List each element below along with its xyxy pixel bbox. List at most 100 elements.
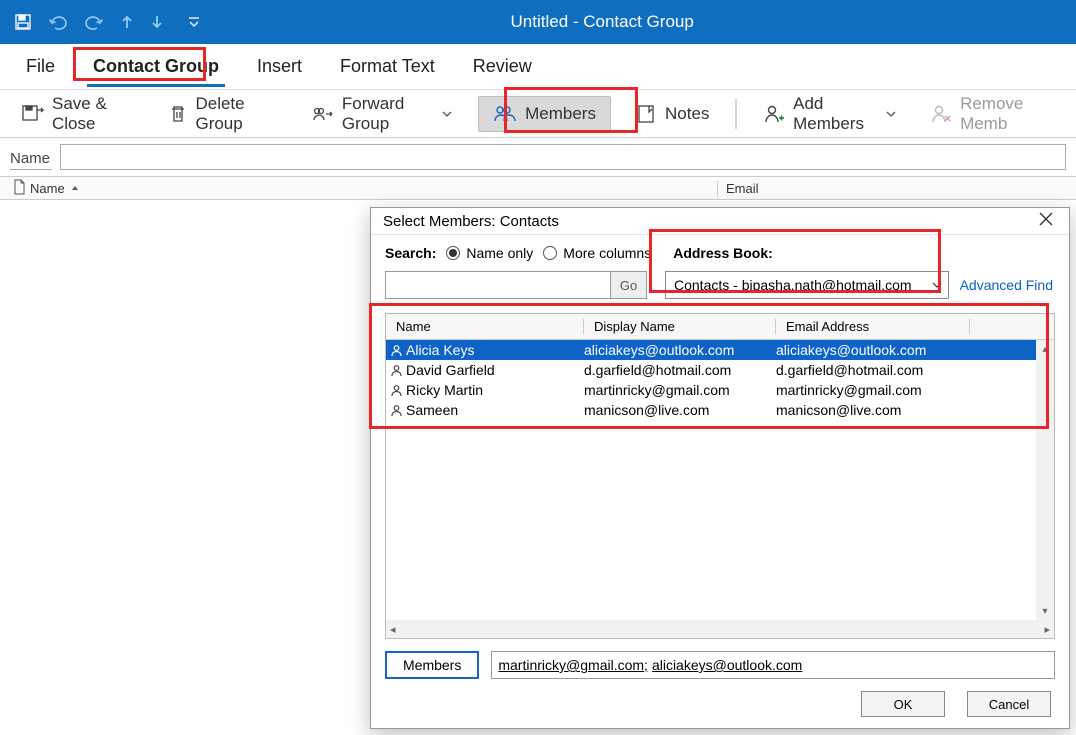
redo-icon[interactable] xyxy=(84,13,104,31)
chevron-down-icon xyxy=(932,282,942,288)
contact-email: martinricky@gmail.com xyxy=(776,382,1054,398)
advanced-find-link[interactable]: Advanced Find xyxy=(960,277,1055,293)
forward-icon xyxy=(312,105,334,123)
tab-insert[interactable]: Insert xyxy=(251,50,308,83)
scroll-up-icon[interactable]: ▴ xyxy=(1036,340,1054,358)
members-button[interactable]: Members xyxy=(478,96,611,132)
scroll-down-icon[interactable]: ▾ xyxy=(1036,602,1054,620)
remove-member-label: Remove Memb xyxy=(960,94,1054,134)
remove-member-button[interactable]: Remove Memb xyxy=(922,88,1062,140)
tab-contact-group[interactable]: Contact Group xyxy=(87,50,225,83)
cancel-button[interactable]: Cancel xyxy=(967,691,1051,717)
undo-icon[interactable] xyxy=(48,13,68,31)
person-icon xyxy=(386,364,406,377)
column-header-email[interactable]: Email xyxy=(718,181,1076,196)
search-input[interactable] xyxy=(385,271,611,299)
notes-button[interactable]: Notes xyxy=(629,98,717,130)
remove-member-icon xyxy=(930,104,952,124)
contact-email: aliciakeys@outlook.com xyxy=(776,342,1054,358)
scroll-right-icon[interactable]: ▸ xyxy=(1044,623,1050,636)
go-button[interactable]: Go xyxy=(611,271,647,299)
save-icon[interactable] xyxy=(14,13,32,31)
contact-name: Alicia Keys xyxy=(406,342,584,358)
contacts-rows: Alicia Keysaliciakeys@outlook.comaliciak… xyxy=(386,340,1054,420)
delete-group-button[interactable]: Delete Group xyxy=(161,88,285,140)
group-name-input[interactable] xyxy=(60,144,1066,170)
ribbon-separator xyxy=(735,99,737,129)
quick-access-toolbar xyxy=(0,13,200,31)
ribbon: Save & Close Delete Group Forward Group … xyxy=(0,90,1076,138)
contact-row[interactable]: David Garfieldd.garfield@hotmail.comd.ga… xyxy=(386,360,1054,380)
tab-format-text[interactable]: Format Text xyxy=(334,50,441,83)
trash-icon xyxy=(169,104,187,124)
close-button[interactable] xyxy=(1035,208,1057,234)
scroll-left-icon[interactable]: ◂ xyxy=(390,623,396,636)
vertical-scrollbar[interactable]: ▴ ▾ xyxy=(1036,340,1054,620)
radio-name-only[interactable]: Name only xyxy=(446,245,533,261)
add-members-label: Add Members xyxy=(793,94,876,134)
contact-name: David Garfield xyxy=(406,362,584,378)
contacts-list-headers: Name Display Name Email Address xyxy=(386,314,1054,340)
col-email[interactable]: Email Address xyxy=(776,319,970,334)
search-label: Search: xyxy=(385,245,436,261)
close-icon xyxy=(1039,212,1053,226)
col-display[interactable]: Display Name xyxy=(584,319,776,334)
contact-display: aliciakeys@outlook.com xyxy=(584,342,776,358)
notes-label: Notes xyxy=(665,104,709,124)
contact-email: d.garfield@hotmail.com xyxy=(776,362,1054,378)
address-book-label: Address Book: xyxy=(673,245,773,261)
col-name[interactable]: Name xyxy=(386,319,584,334)
radio-dot-icon xyxy=(543,246,557,260)
contact-email: manicson@live.com xyxy=(776,402,1054,418)
contact-display: manicson@live.com xyxy=(584,402,776,418)
column-header-name[interactable]: Name xyxy=(0,181,718,196)
tab-file[interactable]: File xyxy=(20,50,61,83)
forward-group-button[interactable]: Forward Group xyxy=(304,88,460,140)
members-label: Members xyxy=(525,104,596,124)
name-label: Name xyxy=(10,150,52,170)
select-members-dialog: Select Members: Contacts Search: Name on… xyxy=(370,207,1070,729)
members-add-button[interactable]: Members xyxy=(385,651,479,679)
dialog-body: Search: Name only More columns Address B… xyxy=(371,235,1069,679)
window-title: Untitled - Contact Group xyxy=(511,12,694,32)
contact-row[interactable]: Ricky Martinmartinricky@gmail.commartinr… xyxy=(386,380,1054,400)
contact-row[interactable]: Sameenmanicson@live.commanicson@live.com xyxy=(386,400,1054,420)
sort-asc-icon xyxy=(71,184,79,192)
contact-name: Sameen xyxy=(406,402,584,418)
column-name-label: Name xyxy=(30,181,65,196)
document-icon xyxy=(12,179,26,198)
name-row: Name xyxy=(0,138,1076,170)
save-close-label: Save & Close xyxy=(52,94,135,134)
down-icon[interactable] xyxy=(150,14,164,30)
radio-more-columns[interactable]: More columns xyxy=(543,245,651,261)
dialog-buttons: OK Cancel xyxy=(371,679,1069,731)
contacts-list: Name Display Name Email Address Alicia K… xyxy=(385,313,1055,639)
person-icon xyxy=(386,404,406,417)
members-row: Members martinricky@gmail.com; aliciakey… xyxy=(385,651,1055,679)
address-book-value: Contacts - bipasha.nath@hotmail.com xyxy=(674,277,912,293)
search-row: Go Contacts - bipasha.nath@hotmail.com A… xyxy=(385,271,1055,299)
tab-review[interactable]: Review xyxy=(467,50,538,83)
contact-row[interactable]: Alicia Keysaliciakeys@outlook.comaliciak… xyxy=(386,340,1054,360)
person-icon xyxy=(386,384,406,397)
address-book-combo[interactable]: Contacts - bipasha.nath@hotmail.com xyxy=(665,271,949,299)
contact-display: martinricky@gmail.com xyxy=(584,382,776,398)
up-icon[interactable] xyxy=(120,14,134,30)
members-token: martinricky@gmail.com; xyxy=(498,657,648,673)
main-list-headers: Name Email xyxy=(0,176,1076,200)
members-icon xyxy=(493,104,517,124)
notes-icon xyxy=(637,104,657,124)
ok-button[interactable]: OK xyxy=(861,691,945,717)
qat-customize-icon[interactable] xyxy=(188,15,200,29)
column-email-label: Email xyxy=(726,181,759,196)
add-members-button[interactable]: Add Members xyxy=(755,88,904,140)
radio-name-label: Name only xyxy=(466,245,533,261)
save-close-button[interactable]: Save & Close xyxy=(14,88,143,140)
dialog-title: Select Members: Contacts xyxy=(383,213,559,230)
horizontal-scrollbar[interactable]: ◂ ▸ xyxy=(386,620,1054,638)
forward-group-label: Forward Group xyxy=(342,94,432,134)
members-input[interactable]: martinricky@gmail.com; aliciakeys@outloo… xyxy=(491,651,1055,679)
dialog-titlebar: Select Members: Contacts xyxy=(371,208,1069,235)
person-icon xyxy=(386,344,406,357)
chevron-down-icon xyxy=(442,111,452,117)
